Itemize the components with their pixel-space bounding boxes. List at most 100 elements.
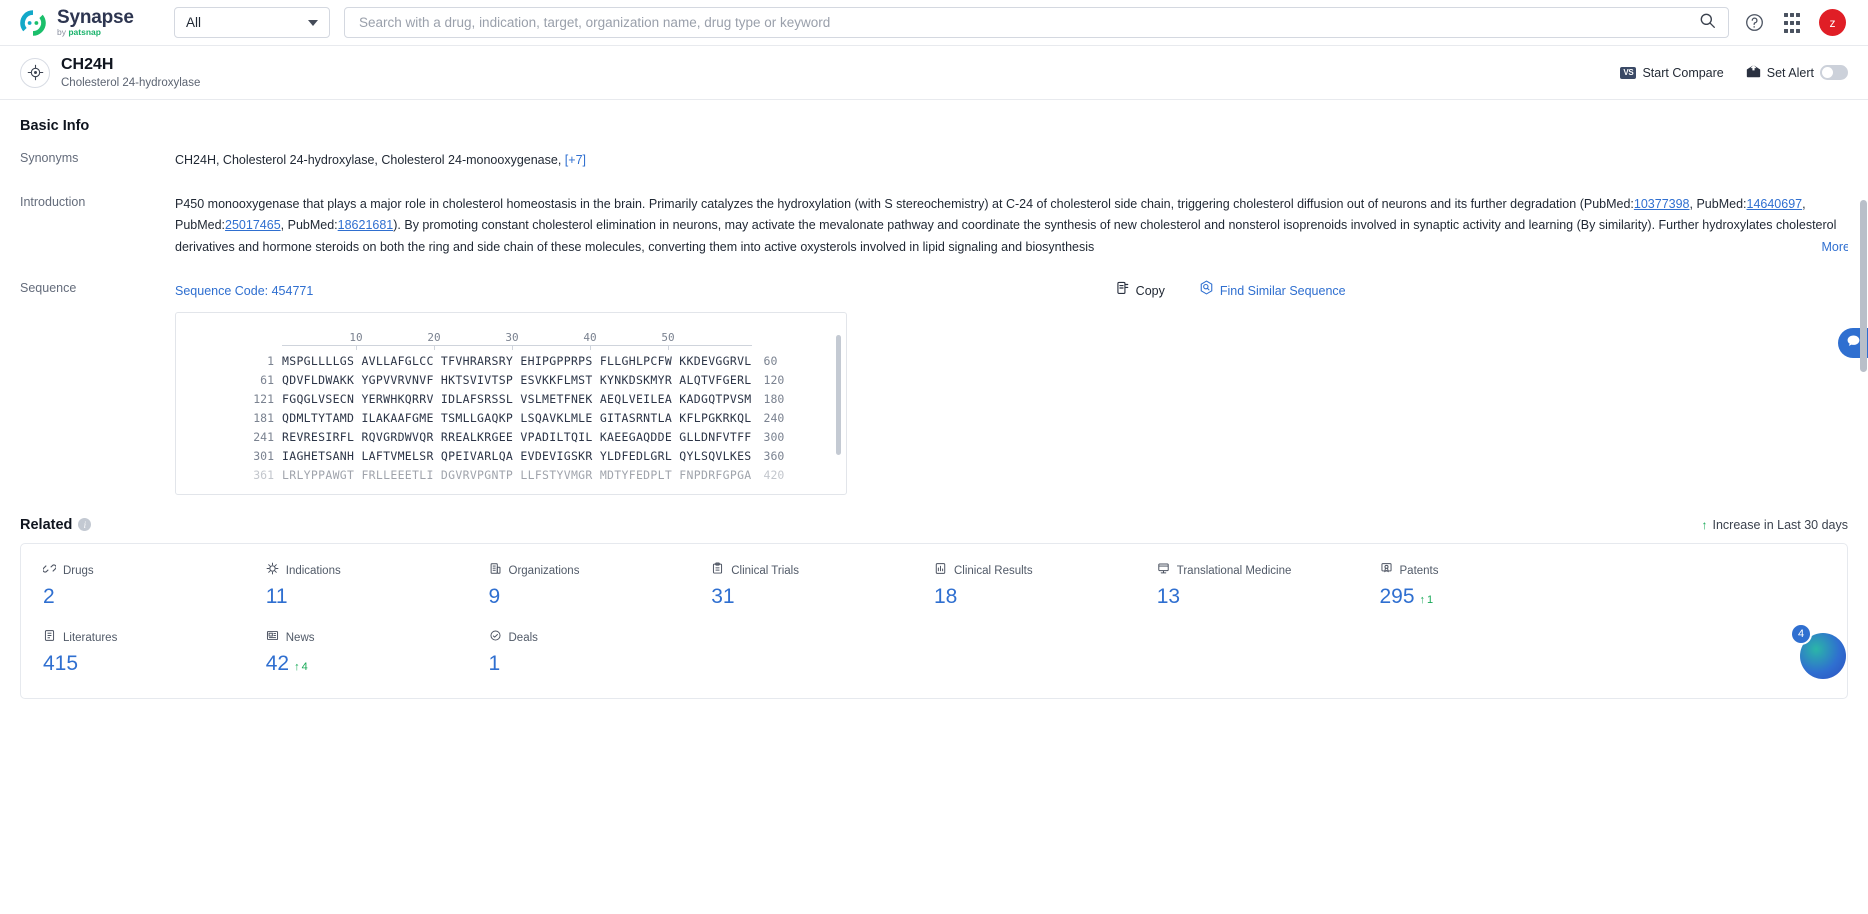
brand-name: Synapse	[57, 7, 134, 29]
stat-value: 42 ↑ 4	[265, 651, 308, 675]
stat-label: Patents	[1399, 564, 1439, 577]
clipboard-icon	[711, 561, 724, 580]
stat-value: 9	[488, 584, 501, 608]
synonyms-value: CH24H, Cholesterol 24-hydroxylase, Chole…	[175, 153, 562, 167]
search-scope-select[interactable]: All	[174, 7, 330, 38]
brand-logo[interactable]: Synapse by patsnap	[18, 8, 168, 38]
pill-link-icon	[42, 562, 57, 580]
pubmed-link-1[interactable]: 10377398	[1634, 197, 1690, 211]
copy-sequence-button[interactable]: Copy	[1116, 281, 1165, 303]
chat-bubble-icon	[1846, 334, 1861, 352]
introduction-more-link[interactable]: More	[1807, 236, 1848, 258]
book-icon	[43, 629, 56, 647]
related-stat-organizations[interactable]: Organizations 9	[489, 562, 712, 609]
chevron-down-icon	[308, 19, 318, 26]
related-stat-clinical-results[interactable]: Clinical Results 18	[934, 562, 1157, 609]
related-stat-spacer	[1602, 562, 1825, 609]
sequence-end-index: 420	[763, 468, 785, 483]
stat-value: 2	[43, 584, 55, 608]
sequence-line: 1 MSPGLLLLGS AVLLAFGLCC TFVHRARSRY EHIPG…	[176, 353, 846, 372]
assistant-badge: 4	[1790, 622, 1812, 645]
synonyms-more-link[interactable]: [+7]	[565, 153, 586, 167]
related-stat-drugs[interactable]: Drugs 2	[42, 562, 266, 609]
introduction-line-2-tail: ). By promoting constant cholesterol eli…	[393, 218, 1397, 232]
sequence-line: 301 IAGHETSANH LAFTVMELSR QPEIVARLQA EVD…	[176, 448, 846, 467]
related-section-title: Related	[20, 516, 73, 533]
stat-label: Indications	[285, 564, 341, 577]
find-similar-sequence-button[interactable]: Find Similar Sequence	[1199, 280, 1346, 303]
related-stats-row-2: Literatures 415 News 42 ↑ 4 Deals 1	[43, 629, 1825, 676]
intro-sep-1: , PubMed:	[1689, 196, 1747, 211]
hexagon-search-icon	[1199, 280, 1214, 303]
synonyms-label: Synonyms	[20, 151, 79, 165]
page-title: CH24H	[61, 56, 114, 74]
handshake-icon	[489, 629, 502, 647]
stat-label: Deals	[508, 631, 538, 644]
related-stat-deals[interactable]: Deals 1	[489, 629, 712, 676]
increase-legend: ↑ Increase in Last 30 days	[1702, 518, 1849, 532]
synonyms-row: Synonyms CH24H, Cholesterol 24-hydroxyla…	[20, 150, 1848, 172]
pubmed-link-2[interactable]: 14640697	[1747, 197, 1803, 211]
certificate-icon	[1380, 562, 1393, 580]
page-scrollbar[interactable]	[1860, 200, 1867, 372]
target-crosshair-icon	[20, 57, 50, 88]
copy-label: Copy	[1135, 283, 1165, 298]
sequence-code[interactable]: Sequence Code: 454771	[175, 281, 313, 303]
introduction-line-1: P450 monooxygenase that plays a major ro…	[175, 196, 1577, 211]
search-icon[interactable]	[1699, 12, 1716, 34]
set-alert-control[interactable]: Set Alert	[1746, 64, 1848, 81]
sequence-line: 181 QDMLTYTAMD ILAKAAFGME TSMLLGAQKP LSQ…	[176, 410, 846, 429]
apps-grid-icon[interactable]	[1781, 12, 1803, 34]
related-stat-spacer	[1380, 629, 1603, 676]
alert-envelope-icon	[1746, 64, 1761, 81]
related-stats-card: Drugs 2 Indications 11 Organizations 9 C…	[20, 542, 1848, 699]
stat-label: Organizations	[508, 564, 580, 577]
global-search-box[interactable]	[344, 7, 1729, 38]
search-input[interactable]	[357, 14, 1699, 31]
stat-delta: ↑ 1	[1419, 593, 1434, 606]
intro-sep-3: , PubMed:	[280, 218, 338, 232]
vs-icon: VS	[1620, 66, 1637, 79]
sequence-viewer[interactable]: 10 20 30 40 50 1 MSPGLLLLGS AVLLAFGLCC T	[175, 311, 847, 495]
entity-header-bar: CH24H Cholesterol 24-hydroxylase VS Star…	[0, 46, 1868, 100]
sequence-scrollbar[interactable]	[836, 334, 841, 455]
related-stat-news[interactable]: News 42 ↑ 4	[266, 629, 489, 676]
pubmed-link-4[interactable]: 18621681	[338, 218, 394, 232]
set-alert-toggle[interactable]	[1820, 65, 1848, 80]
entity-full-name: Cholesterol 24-hydroxylase	[61, 76, 201, 89]
user-avatar[interactable]: z	[1819, 9, 1846, 36]
help-icon[interactable]	[1743, 12, 1765, 34]
introduction-row: Introduction P450 monooxygenase that pla…	[20, 194, 1848, 258]
related-header: Related i ↑ Increase in Last 30 days	[20, 517, 1848, 533]
arrow-up-icon: ↑	[1701, 517, 1708, 532]
related-stat-translational-medicine[interactable]: Translational Medicine 13	[1157, 562, 1380, 609]
stat-delta: ↑ 4	[294, 660, 308, 673]
sequence-label: Sequence	[20, 281, 77, 295]
increase-legend-label: Increase in Last 30 days	[1712, 517, 1849, 532]
related-stat-patents[interactable]: Patents 295 ↑ 1	[1380, 562, 1603, 609]
related-stat-spacer	[934, 629, 1157, 676]
related-stat-literatures[interactable]: Literatures 415	[43, 629, 266, 676]
stat-value: 1	[488, 651, 501, 675]
stat-label: Literatures	[63, 631, 118, 644]
ruler-notch	[434, 344, 435, 350]
stat-value: 415	[43, 651, 79, 675]
main-content: Basic Info Synonyms CH24H, Cholesterol 2…	[0, 100, 1868, 699]
related-stat-indications[interactable]: Indications 11	[266, 562, 489, 609]
sequence-start-index: 361	[253, 468, 274, 483]
sequence-header: Sequence Code: 454771 Copy Find Similar …	[175, 280, 1848, 303]
info-icon[interactable]: i	[78, 518, 92, 531]
top-navigation-bar: Synapse by patsnap All z	[0, 0, 1868, 46]
ruler-notch	[512, 344, 513, 350]
brand-subtitle: by patsnap	[57, 27, 101, 38]
top-bar-icons: z	[1743, 9, 1850, 36]
sequence-tools: Copy Find Similar Sequence	[816, 280, 1346, 303]
pubmed-link-3[interactable]: 25017465	[225, 218, 281, 232]
building-icon	[489, 562, 502, 580]
related-stat-clinical-trials[interactable]: Clinical Trials 31	[711, 561, 934, 609]
related-stats-row-1: Drugs 2 Indications 11 Organizations 9 C…	[42, 561, 1825, 609]
introduction-text: P450 monooxygenase that plays a major ro…	[175, 194, 1848, 258]
sequence-residues: LRLYPPAWGT FRLLEEETLI DGVRVPGNTP LLFSTYV…	[282, 468, 752, 483]
start-compare-button[interactable]: VS Start Compare	[1620, 66, 1724, 80]
stat-label: Clinical Results	[954, 564, 1033, 577]
